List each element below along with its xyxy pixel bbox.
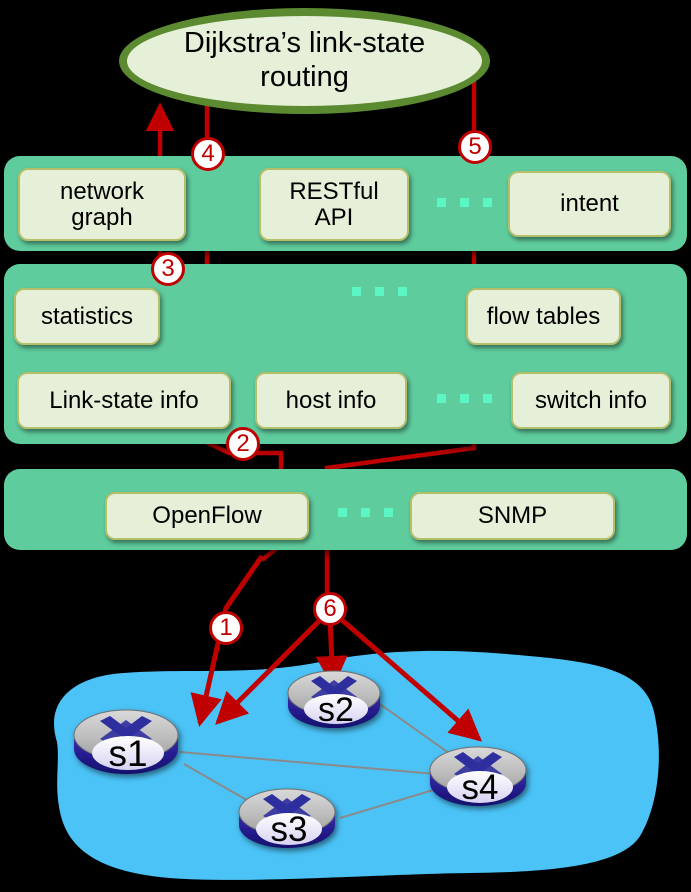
ellipsis-dot	[361, 508, 370, 517]
ellipsis-dot	[375, 287, 384, 296]
module-network-graph-line1: network	[59, 177, 145, 205]
ellipsis-southbound-layer	[338, 508, 393, 517]
module-link-state-info-label: Link-state info	[49, 386, 199, 414]
ellipsis-dot	[398, 287, 407, 296]
module-host-info-label: host info	[285, 386, 377, 414]
step-badge-5: 5	[458, 130, 492, 164]
module-snmp-label: SNMP	[477, 502, 548, 530]
ellipsis-dot	[460, 394, 469, 403]
switch-label-s2: s2	[318, 690, 354, 729]
module-link-state-info[interactable]: Link-state info	[17, 372, 231, 429]
algorithm-title-line1: Dijkstra’s link-state	[183, 27, 426, 60]
module-restful-api[interactable]: RESTful API	[259, 168, 409, 241]
module-intent[interactable]: intent	[508, 171, 671, 237]
ellipsis-dot	[437, 394, 446, 403]
switch-label-s1: s1	[108, 733, 148, 774]
module-host-info[interactable]: host info	[255, 372, 407, 429]
module-network-graph[interactable]: network graph	[18, 168, 186, 241]
step-badge-2: 2	[226, 427, 260, 461]
module-intent-label: intent	[560, 190, 619, 218]
module-statistics-label: statistics	[40, 302, 133, 330]
ellipsis-dot	[384, 508, 393, 517]
ellipsis-core-layer-bottom	[437, 394, 492, 403]
step-badge-1: 1	[209, 611, 243, 645]
algorithm-title-line2: routing	[260, 61, 349, 93]
ellipsis-dot	[483, 198, 492, 207]
module-snmp[interactable]: SNMP	[410, 492, 615, 540]
ellipsis-core-layer-top	[352, 287, 407, 296]
ellipsis-application-layer	[437, 198, 492, 207]
ellipsis-dot	[483, 394, 492, 403]
module-statistics[interactable]: statistics	[14, 288, 160, 345]
algorithm-title-ellipse: Dijkstra’s link-state routing	[119, 8, 490, 114]
ellipsis-dot	[437, 198, 446, 207]
step-badge-6: 6	[313, 592, 347, 626]
module-flow-tables[interactable]: flow tables	[466, 288, 621, 345]
ellipsis-dot	[352, 287, 361, 296]
diagram-canvas: network graph RESTful API intent statist…	[0, 0, 691, 892]
ellipsis-dot	[460, 198, 469, 207]
module-openflow-label: OpenFlow	[152, 502, 262, 530]
module-switch-info-label: switch info	[534, 386, 648, 414]
ellipsis-dot	[338, 508, 347, 517]
module-flow-tables-label: flow tables	[486, 302, 601, 330]
module-switch-info[interactable]: switch info	[511, 372, 671, 429]
step-badge-3: 3	[151, 252, 185, 286]
module-openflow[interactable]: OpenFlow	[105, 492, 309, 540]
step-badge-4: 4	[191, 137, 225, 171]
switch-label-s3: s3	[270, 810, 308, 849]
switch-label-s4: s4	[461, 768, 499, 807]
module-network-graph-line2: graph	[71, 203, 133, 231]
module-restful-api-line1: RESTful	[289, 177, 379, 205]
module-restful-api-line2: API	[314, 203, 354, 231]
